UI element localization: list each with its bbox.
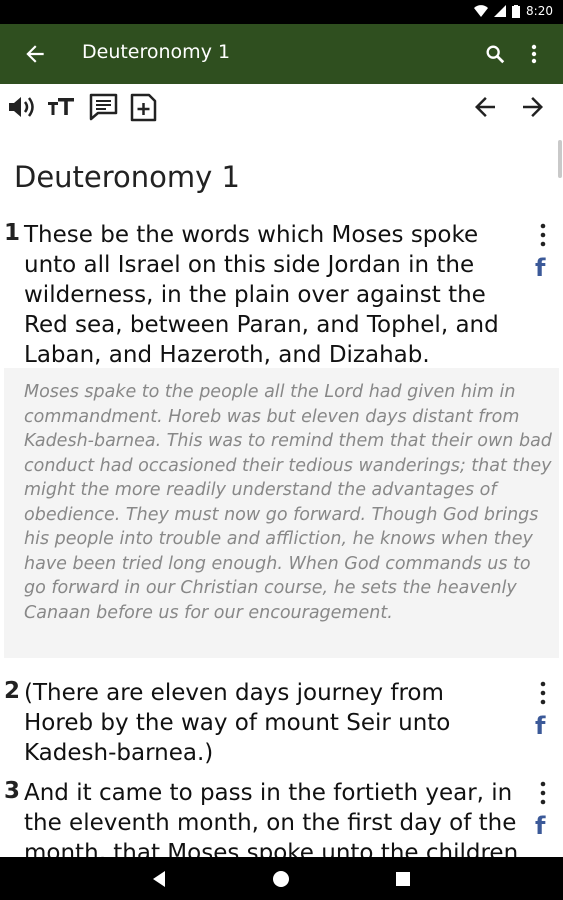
wifi-icon [474, 5, 489, 17]
comment-icon [89, 93, 118, 121]
commentary-text: Moses spake to the people all the Lord h… [24, 382, 552, 623]
volume-button[interactable] [6, 92, 38, 122]
volume-icon [9, 97, 34, 117]
add-note-icon [130, 93, 157, 122]
comment-button[interactable] [88, 92, 120, 122]
back-arrow-icon[interactable] [22, 41, 48, 67]
verse-more-icon[interactable] [533, 780, 553, 806]
status-time: 8:20 [526, 4, 553, 18]
more-vert-icon[interactable] [524, 42, 544, 66]
previous-chapter-button[interactable] [470, 92, 502, 122]
page-title: Deuteronomy 1 [82, 41, 231, 63]
verse-text: And it came to pass in the fortieth year… [24, 780, 519, 857]
nav-recents-icon[interactable] [395, 871, 411, 887]
text-size-icon [48, 98, 74, 115]
verse-number: 3 [4, 778, 21, 804]
nav-back-icon[interactable] [151, 870, 167, 888]
text-size-button[interactable] [46, 92, 78, 122]
next-chapter-button[interactable] [518, 92, 550, 122]
verse-more-icon[interactable] [533, 680, 553, 706]
chapter-content: Deuteronomy 1 1 These be the words which… [0, 130, 563, 857]
facebook-share-icon[interactable]: f [535, 712, 545, 740]
verse-number: 1 [4, 220, 21, 246]
search-icon[interactable] [484, 43, 506, 65]
arrow-left-icon [475, 97, 495, 117]
chapter-title: Deuteronomy 1 [14, 160, 240, 194]
verse-number: 2 [4, 678, 21, 704]
arrow-right-icon [523, 97, 543, 117]
facebook-share-icon[interactable]: f [535, 254, 545, 282]
reader-toolbar [0, 84, 563, 130]
system-nav-bar [0, 857, 563, 900]
nav-home-icon[interactable] [272, 870, 290, 888]
battery-icon [512, 4, 521, 18]
verse-text: (There are eleven days journey from Hore… [24, 680, 451, 766]
app-bar: Deuteronomy 1 [0, 24, 563, 84]
verse-text: These be the words which Moses spoke unt… [24, 222, 499, 368]
signal-icon [494, 5, 507, 17]
status-bar: 8:20 [0, 0, 563, 24]
add-note-button[interactable] [128, 92, 160, 122]
commentary-block: Moses spake to the people all the Lord h… [4, 368, 559, 658]
facebook-share-icon[interactable]: f [535, 812, 545, 840]
verse-more-icon[interactable] [533, 222, 553, 248]
